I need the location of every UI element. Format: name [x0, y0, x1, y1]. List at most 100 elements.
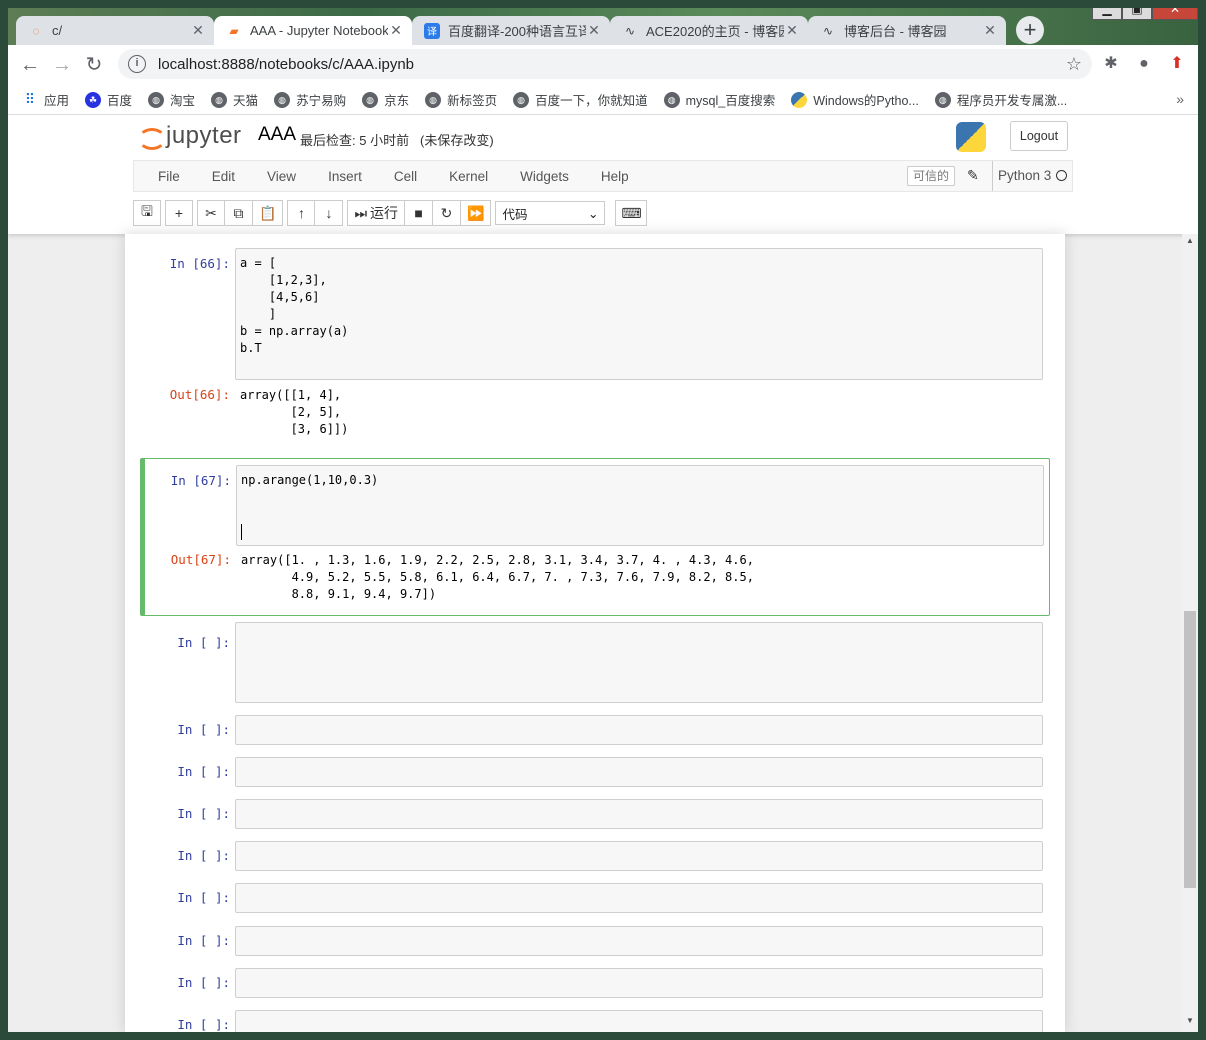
code-editor[interactable] [235, 1010, 1043, 1032]
bookmark-apps[interactable]: ⠿ 应用 [22, 90, 69, 109]
fast-forward-icon[interactable]: ⏩ [461, 200, 492, 226]
tab-c[interactable]: ◌ c/ ✕ [16, 16, 214, 45]
input-prompt: In [ ]: [177, 722, 230, 737]
bookmark-windows-python[interactable]: Windows的Pytho... [791, 90, 919, 109]
info-icon[interactable]: i [128, 55, 146, 73]
tab-aaa-notebook[interactable]: ▰ AAA - Jupyter Notebook ✕ [214, 16, 412, 45]
notebook-toolbar: 🖫 + ✂ ⧉ 📋 ↑ ↓ ⏭ 运行 ■ ↻ ⏩ 代码 ⌄ ⌨ [133, 200, 651, 226]
bookmark-mysql[interactable]: ◍ mysql_百度搜索 [663, 90, 775, 109]
more-bookmarks-chevron-icon[interactable]: » [1176, 91, 1184, 107]
keyboard-icon[interactable]: ⌨ [615, 200, 648, 226]
save-icon[interactable]: 🖫 [133, 200, 161, 226]
paste-icon[interactable]: 📋 [253, 200, 284, 226]
code-text[interactable]: np.arange(1,10,0.3) [237, 466, 1043, 495]
maximize-button[interactable]: ▣ [1122, 8, 1152, 20]
window-close-button[interactable]: ✕ [1152, 8, 1198, 20]
address-bar[interactable]: i localhost:8888/notebooks/c/AAA.ipynb ☆ [118, 49, 1092, 79]
empty-code-cell[interactable]: In [ ]: [140, 757, 1049, 788]
back-icon[interactable]: ← [14, 49, 46, 81]
menu-insert[interactable]: Insert [312, 169, 378, 184]
code-editor[interactable] [235, 757, 1043, 787]
menu-view[interactable]: View [251, 169, 312, 184]
restart-icon[interactable]: ↻ [433, 200, 462, 226]
run-label: 运行 [370, 205, 399, 221]
empty-code-cell[interactable]: In [ ]: [140, 841, 1049, 872]
bookmark-taobao[interactable]: ◍ 淘宝 [148, 90, 195, 109]
empty-code-cell[interactable]: In [ ]: [140, 926, 1049, 957]
cut-icon[interactable]: ✂ [197, 200, 225, 226]
menu-cell[interactable]: Cell [378, 169, 433, 184]
empty-code-cell[interactable]: In [ ]: [140, 622, 1049, 704]
new-tab-button[interactable]: + [1016, 16, 1044, 44]
close-icon[interactable]: ✕ [784, 22, 800, 39]
bookmark-label: 苏宁易购 [296, 94, 347, 108]
run-button[interactable]: ⏭ 运行 [347, 200, 406, 226]
page-scrollbar[interactable]: ▲ ▼ [1182, 234, 1198, 1032]
close-icon[interactable]: ✕ [982, 22, 998, 39]
empty-code-cell[interactable]: In [ ]: [140, 715, 1049, 746]
empty-code-cell[interactable]: In [ ]: [140, 1010, 1049, 1032]
close-icon[interactable]: ✕ [190, 22, 206, 39]
bookmark-label: Windows的Pytho... [813, 94, 919, 108]
code-cell[interactable]: In [66]: a = [ [1,2,3], [4,5,6] ] b = np… [140, 246, 1049, 446]
bookmark-label: 天猫 [233, 94, 259, 108]
bookmark-jd[interactable]: ◍ 京东 [362, 90, 409, 109]
menu-edit[interactable]: Edit [196, 169, 251, 184]
code-text[interactable]: a = [ [1,2,3], [4,5,6] ] b = np.array(a)… [236, 249, 1042, 363]
stop-icon[interactable]: ■ [405, 200, 434, 226]
minimize-button[interactable]: ▁ [1092, 8, 1122, 20]
empty-code-cell[interactable]: In [ ]: [140, 799, 1049, 830]
tab-ace2020-home[interactable]: ∿ ACE2020的主页 - 博客园 ✕ [610, 16, 808, 45]
jupyter-logo[interactable]: jupyter [138, 122, 242, 150]
code-editor[interactable] [235, 926, 1043, 956]
scroll-down-arrow-icon[interactable]: ▼ [1182, 1016, 1198, 1030]
reload-icon[interactable]: ↻ [78, 49, 110, 81]
code-editor[interactable] [235, 883, 1043, 913]
scroll-up-arrow-icon[interactable]: ▲ [1182, 236, 1198, 250]
empty-code-cell[interactable]: In [ ]: [140, 883, 1049, 914]
bookmark-suning[interactable]: ◍ 苏宁易购 [274, 90, 346, 109]
notebook-tab-icon: ▰ [229, 23, 239, 38]
bookmark-star-icon[interactable]: ☆ [1066, 54, 1082, 75]
forward-icon[interactable]: → [46, 49, 78, 81]
code-editor[interactable] [235, 622, 1043, 703]
bookmark-baidu[interactable]: ☘ 百度 [85, 90, 132, 109]
bookmark-programmer[interactable]: ◍ 程序员开发专属激... [934, 90, 1067, 109]
close-icon[interactable]: ✕ [586, 22, 602, 39]
profile-avatar-icon[interactable]: ● [1133, 53, 1155, 75]
code-editor[interactable] [235, 841, 1043, 871]
notebook-name[interactable]: AAA [258, 124, 296, 146]
scrollbar-thumb[interactable] [1184, 611, 1196, 888]
code-editor[interactable]: np.arange(1,10,0.3) [236, 465, 1044, 546]
menu-kernel[interactable]: Kernel [433, 169, 504, 184]
move-down-icon[interactable]: ↓ [315, 200, 344, 226]
insert-cell-plus-icon[interactable]: + [165, 200, 193, 226]
close-icon[interactable]: ✕ [388, 22, 404, 39]
menu-help[interactable]: Help [585, 169, 645, 184]
menu-widgets[interactable]: Widgets [504, 169, 585, 184]
globe-icon: ◍ [362, 91, 379, 108]
code-cell-selected[interactable]: In [67]: np.arange(1,10,0.3) Out[67]: ar… [140, 458, 1050, 616]
globe-icon: ◍ [274, 91, 291, 108]
bookmark-newtab[interactable]: ◍ 新标签页 [425, 90, 497, 109]
update-arrow-icon[interactable]: ⬆ [1166, 53, 1188, 75]
cell-type-select[interactable]: 代码 ⌄ [495, 201, 606, 225]
window-controls: ▁ ▣ ✕ [1092, 8, 1198, 20]
move-up-icon[interactable]: ↑ [287, 200, 316, 226]
empty-code-cell[interactable]: In [ ]: [140, 968, 1049, 999]
logout-button[interactable]: Logout [1010, 121, 1068, 151]
bookmark-baidu-search[interactable]: ◍ 百度一下，你就知道 [513, 90, 648, 109]
extensions-puzzle-icon[interactable]: ✱ [1100, 53, 1122, 75]
code-editor[interactable] [235, 799, 1043, 829]
tab-blog-admin[interactable]: ∿ 博客后台 - 博客园 ✕ [808, 16, 1006, 45]
code-editor[interactable]: a = [ [1,2,3], [4,5,6] ] b = np.array(a)… [235, 248, 1043, 380]
menu-file[interactable]: File [142, 169, 196, 184]
url-text[interactable]: localhost:8888/notebooks/c/AAA.ipynb [158, 56, 1066, 73]
copy-icon[interactable]: ⧉ [225, 200, 253, 226]
bookmark-tmall[interactable]: ◍ 天猫 [211, 90, 258, 109]
tab-title: 博客后台 - 博客园 [844, 24, 947, 39]
code-editor[interactable] [235, 968, 1043, 998]
code-editor[interactable] [235, 715, 1043, 745]
trusted-badge[interactable]: 可信的 [907, 166, 956, 186]
tab-baidu-translate[interactable]: 译 百度翻译-200种语言互译 ✕ [412, 16, 610, 45]
